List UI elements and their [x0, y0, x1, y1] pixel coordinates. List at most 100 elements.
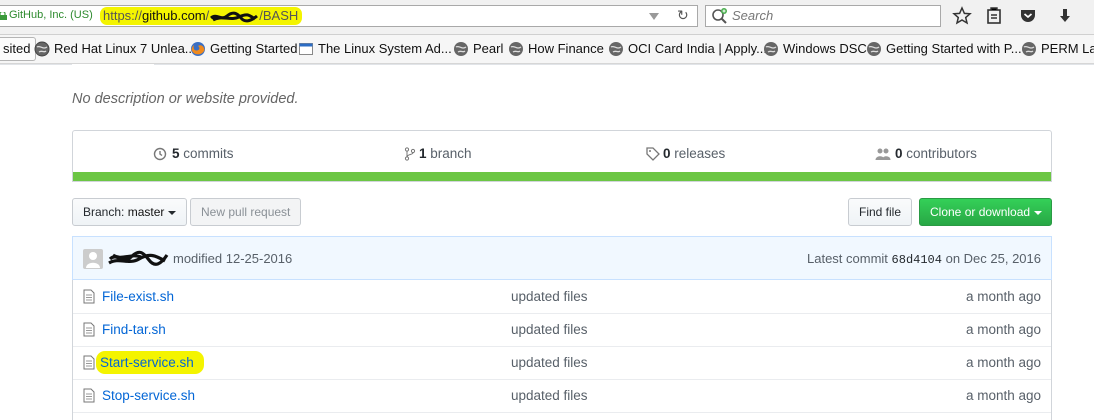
page-icon — [299, 43, 313, 55]
language-bar[interactable] — [73, 172, 1051, 181]
history-icon — [153, 147, 167, 161]
caret-down-icon — [1034, 210, 1043, 215]
repo-nav-divider — [0, 64, 1094, 65]
bookmark-item[interactable]: PERM Lab — [1021, 40, 1094, 58]
bookmark-label: Getting Started with P... — [886, 41, 1022, 56]
branch-prefix: Branch: — [83, 205, 125, 219]
branches-stat[interactable]: 1 branch — [404, 146, 472, 161]
file-commit-message[interactable]: updated files — [511, 322, 588, 337]
file-name[interactable]: File-exist.sh — [100, 289, 176, 304]
table-row: Start-service.sh updated files a month a… — [73, 346, 1051, 380]
globe-icon — [764, 42, 778, 56]
star-icon[interactable] — [952, 6, 972, 26]
commit-meta: Latest commit 68d4104 on Dec 25, 2016 — [807, 251, 1041, 267]
bookmark-label: Pearl — [473, 41, 504, 56]
url-path: /BASH — [259, 8, 299, 23]
table-row: Stop-service.sh updated files a month ag… — [73, 379, 1051, 413]
bookmark-most-visited[interactable]: sited — [0, 37, 37, 61]
pocket-icon[interactable] — [1018, 6, 1038, 26]
file-age: a month ago — [965, 322, 1041, 337]
find-file-button[interactable]: Find file — [848, 198, 913, 226]
bookmark-item[interactable]: The Linux System Ad... — [298, 40, 452, 58]
reload-icon[interactable]: ↻ — [677, 7, 689, 24]
globe-icon — [454, 42, 468, 56]
file-list: File-exist.sh updated files a month ago … — [72, 280, 1052, 420]
globe-icon — [1022, 42, 1036, 56]
search-icon — [712, 8, 727, 24]
bookmark-label: Windows DSC — [783, 41, 867, 56]
file-icon — [83, 289, 95, 304]
bookmark-label: The Linux System Ad... — [318, 41, 452, 56]
file-age: a month ago — [965, 289, 1041, 304]
latest-commit-label: Latest commit — [807, 251, 888, 266]
bookmark-item[interactable]: How Finance — [508, 40, 604, 58]
commit-message[interactable]: modified 12-25-2016 — [173, 251, 292, 266]
file-age: a month ago — [965, 388, 1041, 403]
bookmark-label: How Finance — [528, 41, 604, 56]
file-name-highlighted[interactable]: Start-service.sh — [96, 351, 204, 374]
bookmark-item[interactable]: Pearl — [453, 40, 503, 58]
file-commit-message[interactable]: updated files — [511, 388, 588, 403]
commit-date: on Dec 25, 2016 — [945, 251, 1041, 266]
bookmark-item[interactable]: OCI Card India | Apply... — [608, 40, 767, 58]
search-placeholder: Search — [732, 8, 774, 23]
globe-icon — [867, 42, 881, 56]
branch-count: 1 — [419, 146, 427, 161]
clone-download-label: Clone or download — [930, 205, 1031, 219]
bookmarks-toolbar: sited Red Hat Linux 7 Unlea... Getting S… — [0, 35, 1094, 64]
commits-label: commits — [183, 146, 234, 161]
user-icon — [86, 252, 100, 268]
bookmark-label: Getting Started — [210, 41, 298, 56]
commits-count: 5 — [172, 146, 180, 161]
search-input[interactable]: Search — [705, 5, 941, 27]
file-icon — [83, 355, 95, 370]
bookmark-label: OCI Card India | Apply... — [628, 41, 767, 56]
url-field[interactable]: GitHub, Inc. (US) https://github.com//BA… — [0, 5, 698, 27]
releases-stat[interactable]: 0 releases — [646, 146, 725, 161]
bookmark-item[interactable]: Getting Started — [190, 40, 297, 58]
redaction-scribble — [210, 11, 259, 22]
globe-icon — [609, 42, 623, 56]
download-icon[interactable] — [1055, 6, 1075, 26]
people-icon — [875, 148, 891, 160]
bookmark-label: PERM Lab — [1041, 41, 1094, 56]
file-name[interactable]: Stop-service.sh — [100, 388, 197, 403]
releases-count: 0 — [663, 146, 671, 161]
repo-description: No description or website provided. — [72, 91, 299, 107]
branch-name: master — [127, 205, 165, 219]
file-commit-message[interactable]: updated files — [511, 355, 588, 370]
branch-label: branch — [430, 146, 472, 161]
caret-down-icon — [168, 210, 177, 215]
url-dropdown-icon[interactable] — [648, 10, 660, 22]
site-identity[interactable]: GitHub, Inc. (US) — [9, 9, 93, 21]
commit-sha[interactable]: 68d4104 — [892, 253, 942, 267]
url-protocol: https:// — [103, 8, 143, 23]
browser-toolbar: GitHub, Inc. (US) https://github.com//BA… — [0, 0, 1094, 35]
globe-icon — [34, 41, 50, 57]
latest-commit-bar: modified 12-25-2016 Latest commit 68d410… — [72, 236, 1052, 280]
file-commit-message[interactable]: updated files — [511, 289, 588, 304]
avatar[interactable] — [83, 249, 103, 269]
tag-icon — [646, 147, 660, 161]
commits-stat[interactable]: 5 commits — [153, 146, 234, 161]
file-name[interactable]: Find-tar.sh — [100, 322, 168, 337]
new-pull-request-button[interactable]: New pull request — [190, 198, 302, 226]
clone-download-button[interactable]: Clone or download — [919, 198, 1052, 226]
author-name-redacted[interactable] — [107, 249, 169, 269]
branch-icon — [404, 147, 416, 161]
file-age: a month ago — [965, 355, 1041, 370]
url-host: github.com — [142, 8, 206, 23]
reading-list-icon[interactable] — [984, 6, 1004, 26]
bookmark-item[interactable]: Red Hat Linux 7 Unlea... — [34, 40, 196, 58]
contributors-stat[interactable]: 0 contributors — [875, 146, 977, 161]
table-row: Find-tar.sh updated files a month ago — [73, 313, 1051, 347]
contributors-label: contributors — [906, 146, 977, 161]
contributors-count: 0 — [895, 146, 903, 161]
url-text[interactable]: https://github.com//BASH — [100, 7, 303, 25]
branch-select-button[interactable]: Branch: master — [72, 198, 188, 226]
file-icon — [83, 322, 95, 337]
bookmark-item[interactable]: Windows DSC — [763, 40, 867, 58]
globe-icon — [509, 42, 523, 56]
bookmark-item[interactable]: Getting Started with P... — [866, 40, 1022, 58]
lock-icon — [0, 12, 7, 20]
